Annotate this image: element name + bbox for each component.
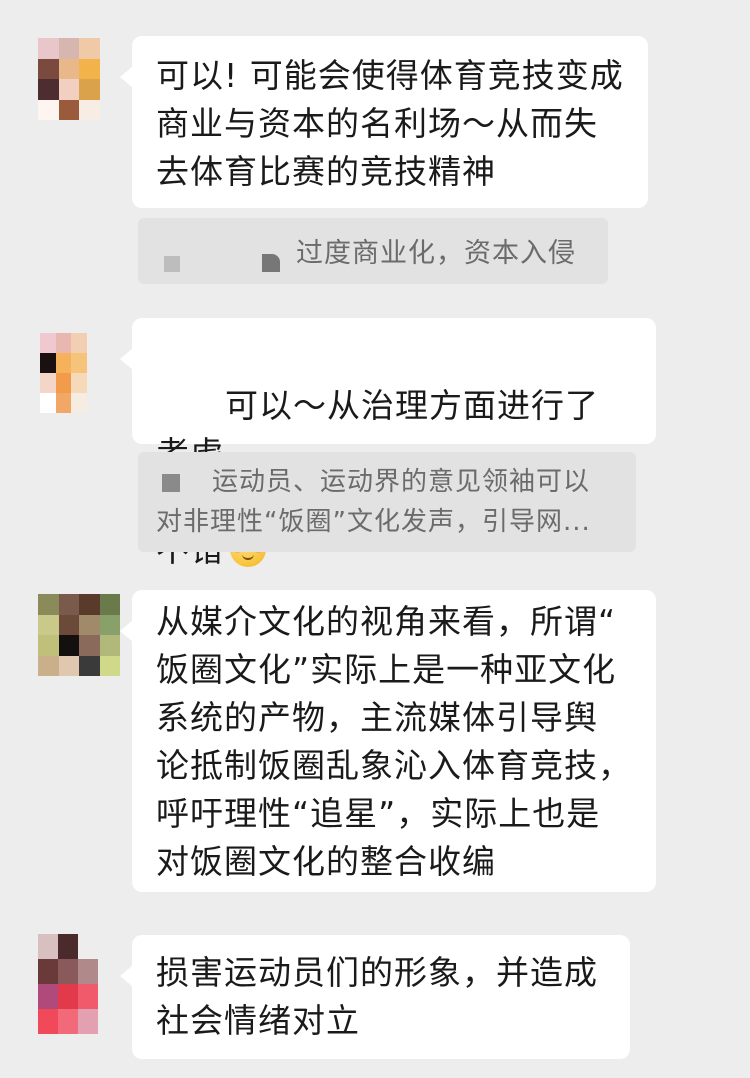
quote-text: 过度商业化，资本入侵: [296, 238, 576, 269]
avatar[interactable]: [38, 934, 118, 1034]
quote-text: 对非理性“饭圈”文化发声，引导网...: [156, 507, 591, 537]
quote-thumbnail-icon: [164, 256, 180, 272]
avatar[interactable]: [40, 333, 102, 413]
message-bubble[interactable]: 从媒介文化的视角来看，所谓“ 饭圈文化”实际上是一种亚文化 系统的产物，主流媒体…: [120, 590, 656, 892]
message-bubble[interactable]: 可以～从治理方面进行了考虑， 不错: [120, 318, 656, 569]
chat-view: 可以! 可能会使得体育竞技变成 商业与资本的名利场～从而失 去体育比赛的竞技精神…: [0, 0, 750, 1078]
quote-text: 运动员、运动界的意见领袖可以: [212, 467, 591, 497]
quote-file-icon: [262, 254, 280, 272]
avatar[interactable]: [38, 594, 120, 676]
quoted-message[interactable]: 运动员、运动界的意见领袖可以 对非理性“饭圈”文化发声，引导网...: [138, 452, 636, 552]
quote-thumbnail-icon: [162, 474, 180, 492]
message-bubble[interactable]: 损害运动员们的形象，并造成 社会情绪对立: [120, 935, 630, 1059]
message-bubble[interactable]: 可以! 可能会使得体育竞技变成 商业与资本的名利场～从而失 去体育比赛的竞技精神: [120, 36, 648, 208]
avatar[interactable]: [38, 38, 120, 120]
quoted-message[interactable]: 过度商业化，资本入侵: [138, 218, 608, 284]
